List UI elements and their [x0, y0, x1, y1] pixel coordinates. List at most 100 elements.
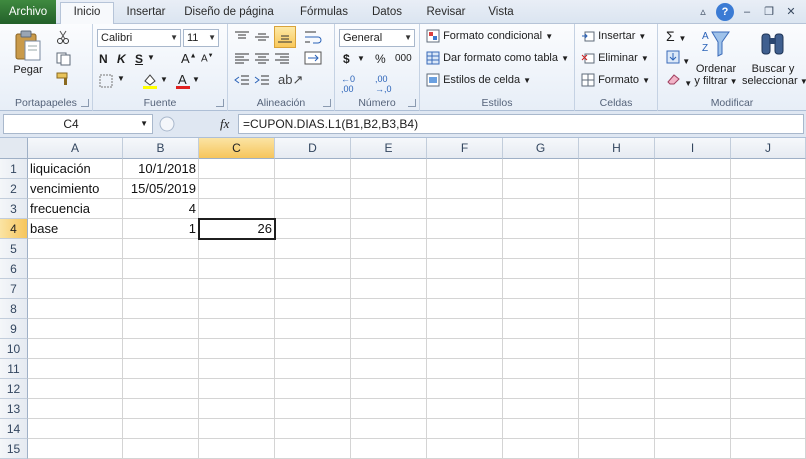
tab-review[interactable]: Revisar	[418, 3, 474, 24]
cell-j6[interactable]	[731, 259, 806, 279]
tab-file[interactable]: Archivo	[0, 0, 56, 24]
cell-e8[interactable]	[351, 299, 427, 319]
cell-d3[interactable]	[275, 199, 351, 219]
help-icon[interactable]: ?	[716, 3, 734, 21]
cell-j14[interactable]	[731, 419, 806, 439]
cell-i9[interactable]	[655, 319, 731, 339]
cell-c1[interactable]	[199, 159, 275, 179]
cell-a7[interactable]	[28, 279, 123, 299]
cell-h2[interactable]	[579, 179, 655, 199]
column-header-e[interactable]: E	[351, 138, 427, 159]
tab-formulas[interactable]: Fórmulas	[292, 3, 356, 24]
cell-h14[interactable]	[579, 419, 655, 439]
row-header-11[interactable]: 11	[0, 359, 28, 379]
cell-b15[interactable]	[123, 439, 199, 459]
cell-h6[interactable]	[579, 259, 655, 279]
cell-h12[interactable]	[579, 379, 655, 399]
cell-i6[interactable]	[655, 259, 731, 279]
cell-a12[interactable]	[28, 379, 123, 399]
cell-b10[interactable]	[123, 339, 199, 359]
orientation-icon[interactable]: ab↗	[278, 72, 303, 88]
cell-f8[interactable]	[427, 299, 503, 319]
cell-a11[interactable]	[28, 359, 123, 379]
cell-a3[interactable]: frecuencia	[28, 199, 123, 219]
cell-c8[interactable]	[199, 299, 275, 319]
align-bottom-button[interactable]	[274, 26, 296, 48]
currency-button[interactable]: $	[343, 52, 350, 66]
cell-b8[interactable]	[123, 299, 199, 319]
cell-g1[interactable]	[503, 159, 579, 179]
cell-a14[interactable]	[28, 419, 123, 439]
cell-j7[interactable]	[731, 279, 806, 299]
cell-e12[interactable]	[351, 379, 427, 399]
format-cells-button[interactable]: Formato ▼	[581, 73, 650, 87]
cell-i14[interactable]	[655, 419, 731, 439]
row-header-3[interactable]: 3	[0, 199, 28, 219]
cell-j4[interactable]	[731, 219, 806, 239]
name-box[interactable]: C4 ▼	[3, 114, 153, 134]
cell-d2[interactable]	[275, 179, 351, 199]
cell-j9[interactable]	[731, 319, 806, 339]
borders-dropdown-icon[interactable]: ▼	[117, 74, 125, 83]
cell-e14[interactable]	[351, 419, 427, 439]
cell-a4[interactable]: base	[28, 219, 123, 239]
cell-b7[interactable]	[123, 279, 199, 299]
cell-c3[interactable]	[199, 199, 275, 219]
align-left-icon[interactable]	[234, 52, 250, 69]
cell-h7[interactable]	[579, 279, 655, 299]
column-header-i[interactable]: I	[655, 138, 731, 159]
column-header-j[interactable]: J	[731, 138, 806, 159]
tab-view[interactable]: Vista	[482, 3, 520, 24]
cell-i7[interactable]	[655, 279, 731, 299]
cell-styles-button[interactable]: Estilos de celda ▼	[426, 73, 531, 87]
cell-j1[interactable]	[731, 159, 806, 179]
cell-j2[interactable]	[731, 179, 806, 199]
cell-g2[interactable]	[503, 179, 579, 199]
delete-cells-button[interactable]: Eliminar ▼	[581, 51, 649, 65]
cell-e4[interactable]	[351, 219, 427, 239]
font-color-dropdown-icon[interactable]: ▼	[192, 75, 200, 84]
cell-a9[interactable]	[28, 319, 123, 339]
fill-color-icon[interactable]	[141, 72, 159, 93]
cell-g9[interactable]	[503, 319, 579, 339]
align-right-icon[interactable]	[274, 52, 290, 69]
cell-d12[interactable]	[275, 379, 351, 399]
cell-f11[interactable]	[427, 359, 503, 379]
cell-d7[interactable]	[275, 279, 351, 299]
currency-dropdown-icon[interactable]: ▼	[357, 54, 365, 63]
underline-button[interactable]: S	[135, 52, 143, 66]
cell-g4[interactable]	[503, 219, 579, 239]
fill-icon[interactable]: ▼	[666, 50, 690, 67]
row-header-2[interactable]: 2	[0, 179, 28, 199]
paste-button[interactable]: Pegar	[10, 30, 46, 76]
cell-f12[interactable]	[427, 379, 503, 399]
align-middle-icon[interactable]	[254, 30, 270, 47]
cell-d14[interactable]	[275, 419, 351, 439]
cell-d13[interactable]	[275, 399, 351, 419]
cell-b3[interactable]: 4	[123, 199, 199, 219]
grow-font-icon[interactable]: A▲	[181, 51, 197, 66]
tab-insert[interactable]: Insertar	[118, 3, 174, 24]
cell-b4[interactable]: 1	[123, 219, 199, 239]
increase-indent-icon[interactable]	[254, 74, 270, 91]
cell-i1[interactable]	[655, 159, 731, 179]
cell-e13[interactable]	[351, 399, 427, 419]
cell-f4[interactable]	[427, 219, 503, 239]
select-all-button[interactable]	[0, 138, 28, 159]
cell-e5[interactable]	[351, 239, 427, 259]
number-launcher-icon[interactable]	[408, 99, 416, 107]
cell-d10[interactable]	[275, 339, 351, 359]
cell-g3[interactable]	[503, 199, 579, 219]
cell-a1[interactable]: liquicación	[28, 159, 123, 179]
cell-e15[interactable]	[351, 439, 427, 459]
cell-c14[interactable]	[199, 419, 275, 439]
cell-i5[interactable]	[655, 239, 731, 259]
number-format-select[interactable]: General ▼	[339, 29, 415, 47]
cell-h5[interactable]	[579, 239, 655, 259]
minimize-window-icon[interactable]: –	[738, 3, 756, 21]
cell-h8[interactable]	[579, 299, 655, 319]
column-header-h[interactable]: H	[579, 138, 655, 159]
cell-d5[interactable]	[275, 239, 351, 259]
cell-d11[interactable]	[275, 359, 351, 379]
cell-f7[interactable]	[427, 279, 503, 299]
